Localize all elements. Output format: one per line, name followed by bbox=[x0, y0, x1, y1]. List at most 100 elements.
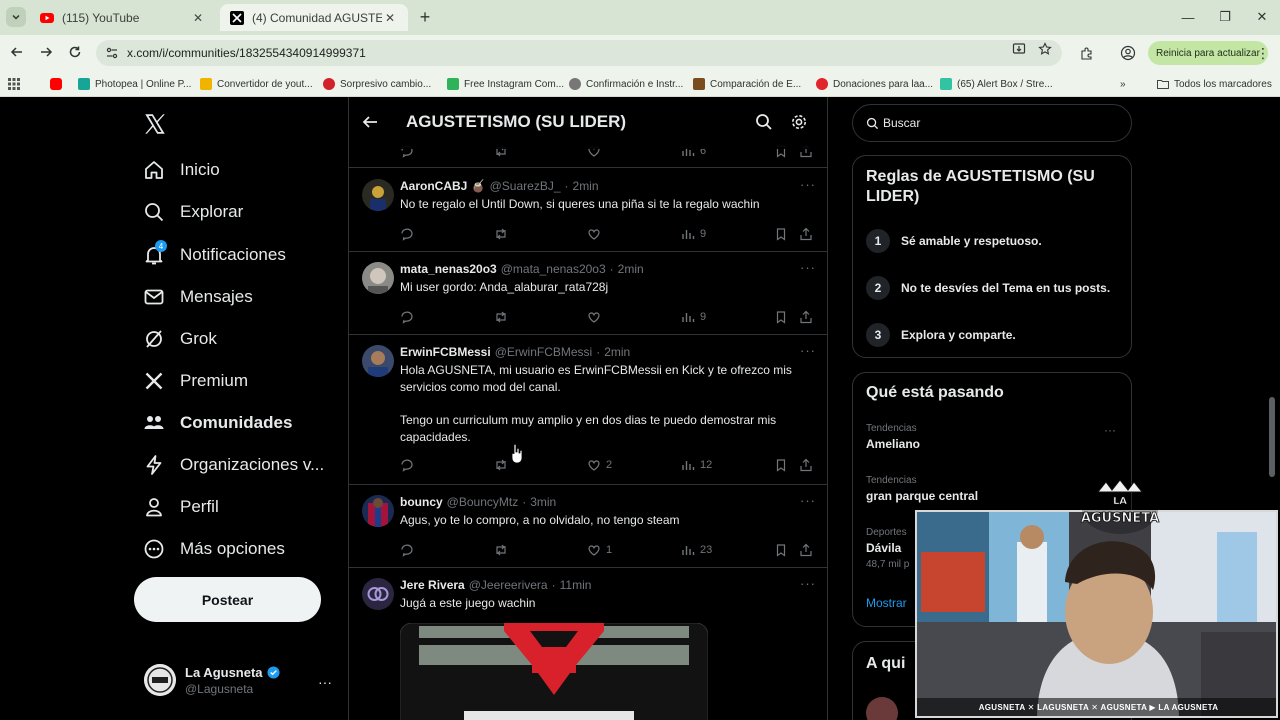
views-button[interactable]: 23 bbox=[681, 542, 712, 558]
nav-notificaciones[interactable]: 4 Notificaciones bbox=[143, 240, 286, 270]
browser-menu-icon[interactable]: ⋮ bbox=[1256, 44, 1270, 62]
reply-button[interactable] bbox=[400, 309, 419, 325]
search-icon[interactable] bbox=[755, 113, 773, 131]
post-item[interactable]: mata_nenas20o3 @mata_nenas20o3 · 2min ··… bbox=[349, 252, 827, 335]
avatar[interactable] bbox=[362, 179, 394, 211]
bookmark-photopea[interactable]: Photopea | Online P... bbox=[78, 76, 191, 92]
nav-explorar[interactable]: Explorar bbox=[143, 197, 243, 227]
like-button[interactable] bbox=[587, 309, 606, 325]
more-icon[interactable]: ··· bbox=[800, 343, 816, 358]
site-info-icon[interactable] bbox=[105, 46, 119, 60]
more-icon[interactable]: ··· bbox=[800, 177, 816, 192]
reply-button[interactable] bbox=[400, 542, 419, 558]
nav-premium[interactable]: Premium bbox=[143, 366, 248, 396]
nav-mas-opciones[interactable]: Más opciones bbox=[143, 534, 285, 564]
all-bookmarks-folder[interactable]: Todos los marcadores bbox=[1157, 76, 1272, 92]
more-icon[interactable]: ··· bbox=[800, 493, 816, 508]
more-icon[interactable]: ··· bbox=[800, 260, 816, 275]
trend-name[interactable]: Ameliano bbox=[866, 437, 920, 451]
post-time[interactable]: 2min bbox=[604, 345, 630, 359]
post-time[interactable]: 2min bbox=[573, 179, 599, 193]
address-bar[interactable]: x.com/i/communities/1832554340914999371 bbox=[96, 40, 1062, 66]
avatar[interactable] bbox=[362, 345, 394, 377]
post-author-handle[interactable]: @Jeereerivera bbox=[469, 578, 548, 592]
back-icon[interactable] bbox=[8, 43, 26, 61]
trend-name[interactable]: gran parque central bbox=[866, 489, 978, 503]
avatar[interactable] bbox=[362, 495, 394, 527]
bookmark-convertidor[interactable]: Convertidor de yout... bbox=[200, 76, 313, 92]
like-button[interactable]: 2 bbox=[587, 457, 612, 473]
post-time[interactable]: 11min bbox=[560, 578, 592, 592]
post-author-name[interactable]: AaronCABJ 🧉 bbox=[400, 179, 486, 193]
avatar[interactable] bbox=[362, 578, 394, 610]
views-button[interactable]: 9 bbox=[681, 226, 706, 242]
apps-grid-icon[interactable] bbox=[8, 76, 20, 92]
x-logo-icon[interactable] bbox=[142, 111, 168, 137]
new-tab-button[interactable]: + bbox=[416, 7, 434, 27]
trend-name[interactable]: Dávila bbox=[866, 541, 901, 555]
repost-button[interactable] bbox=[494, 226, 513, 242]
repost-button[interactable] bbox=[494, 542, 513, 558]
share-button[interactable] bbox=[799, 542, 818, 558]
update-browser-button[interactable]: Reinicia para actualizar bbox=[1148, 41, 1268, 65]
reply-button[interactable] bbox=[400, 226, 419, 242]
bookmark-instagram[interactable]: Free Instagram Com... bbox=[447, 76, 564, 92]
post-author-name[interactable]: bouncy bbox=[400, 495, 443, 509]
post-author-handle[interactable]: @mata_nenas20o3 bbox=[501, 262, 606, 276]
close-icon[interactable]: ✕ bbox=[190, 10, 206, 26]
more-icon[interactable]: ··· bbox=[318, 674, 332, 690]
post-time[interactable]: 2min bbox=[618, 262, 644, 276]
forward-icon[interactable] bbox=[37, 43, 55, 61]
bookmark-button[interactable] bbox=[774, 226, 793, 242]
views-button[interactable]: 9 bbox=[681, 309, 706, 325]
bookmark-donaciones[interactable]: Donaciones para laa... bbox=[816, 76, 933, 92]
profile-icon[interactable] bbox=[1119, 44, 1137, 62]
post-author-handle[interactable]: @ErwinFCBMessi bbox=[495, 345, 593, 359]
nav-grok[interactable]: Grok bbox=[143, 324, 217, 354]
extensions-icon[interactable] bbox=[1077, 44, 1095, 62]
bookmark-comparacion[interactable]: Comparación de E... bbox=[693, 76, 801, 92]
share-button[interactable] bbox=[799, 226, 818, 242]
more-icon[interactable]: ··· bbox=[1104, 423, 1116, 437]
post-author-handle[interactable]: @SuarezBJ_ bbox=[490, 179, 561, 193]
page-scrollbar[interactable] bbox=[1269, 397, 1275, 477]
reply-button[interactable] bbox=[400, 457, 419, 473]
bookmark-button[interactable] bbox=[774, 457, 793, 473]
nav-inicio[interactable]: Inicio bbox=[143, 155, 220, 185]
bookmark-star-icon[interactable] bbox=[1037, 41, 1053, 57]
post-author-name[interactable]: mata_nenas20o3 bbox=[400, 262, 497, 276]
gear-icon[interactable] bbox=[790, 113, 808, 131]
avatar[interactable] bbox=[362, 262, 394, 294]
close-window-icon[interactable]: ✕ bbox=[1253, 8, 1271, 26]
like-button[interactable]: 1 bbox=[587, 542, 612, 558]
avatar[interactable] bbox=[866, 697, 898, 720]
post-media-image[interactable] bbox=[400, 623, 708, 720]
nav-comunidades[interactable]: Comunidades bbox=[143, 408, 292, 438]
like-button[interactable] bbox=[587, 226, 606, 242]
repost-button[interactable] bbox=[494, 309, 513, 325]
bookmark-button[interactable] bbox=[774, 542, 793, 558]
reload-icon[interactable] bbox=[66, 43, 84, 61]
bookmark-sorpresivo[interactable]: Sorpresivo cambio... bbox=[323, 76, 431, 92]
install-app-icon[interactable] bbox=[1011, 41, 1027, 57]
tab-x-community[interactable]: (4) Comunidad AGUSTETISMO ✕ bbox=[220, 4, 408, 31]
tab-search-button[interactable] bbox=[6, 7, 26, 27]
bookmark-button[interactable] bbox=[774, 309, 793, 325]
post-item[interactable]: bouncy @BouncyMtz · 3min ··· Agus, yo te… bbox=[349, 485, 827, 568]
bookmark-alertbox[interactable]: (65) Alert Box / Stre... bbox=[940, 76, 1053, 92]
post-item[interactable]: AaronCABJ 🧉 @SuarezBJ_ · 2min ··· No te … bbox=[349, 169, 827, 252]
post-time[interactable]: 3min bbox=[530, 495, 556, 509]
nav-perfil[interactable]: Perfil bbox=[143, 492, 219, 522]
share-button[interactable] bbox=[799, 457, 818, 473]
nav-mensajes[interactable]: Mensajes bbox=[143, 282, 253, 312]
share-button[interactable] bbox=[799, 309, 818, 325]
bookmark-youtube[interactable] bbox=[50, 76, 67, 92]
views-button[interactable]: 12 bbox=[681, 457, 712, 473]
rule-item[interactable]: 2 No te desvíes del Tema en tus posts. bbox=[866, 275, 1110, 301]
post-author-name[interactable]: ErwinFCBMessi bbox=[400, 345, 491, 359]
tab-youtube[interactable]: (115) YouTube ✕ bbox=[30, 4, 216, 31]
rule-item[interactable]: 3 Explora y comparte. bbox=[866, 322, 1016, 348]
restore-icon[interactable]: ❐ bbox=[1216, 8, 1234, 26]
post-item[interactable]: Jere Rivera @Jeereerivera · 11min ··· Ju… bbox=[349, 568, 827, 720]
post-author-handle[interactable]: @BouncyMtz bbox=[447, 495, 519, 509]
